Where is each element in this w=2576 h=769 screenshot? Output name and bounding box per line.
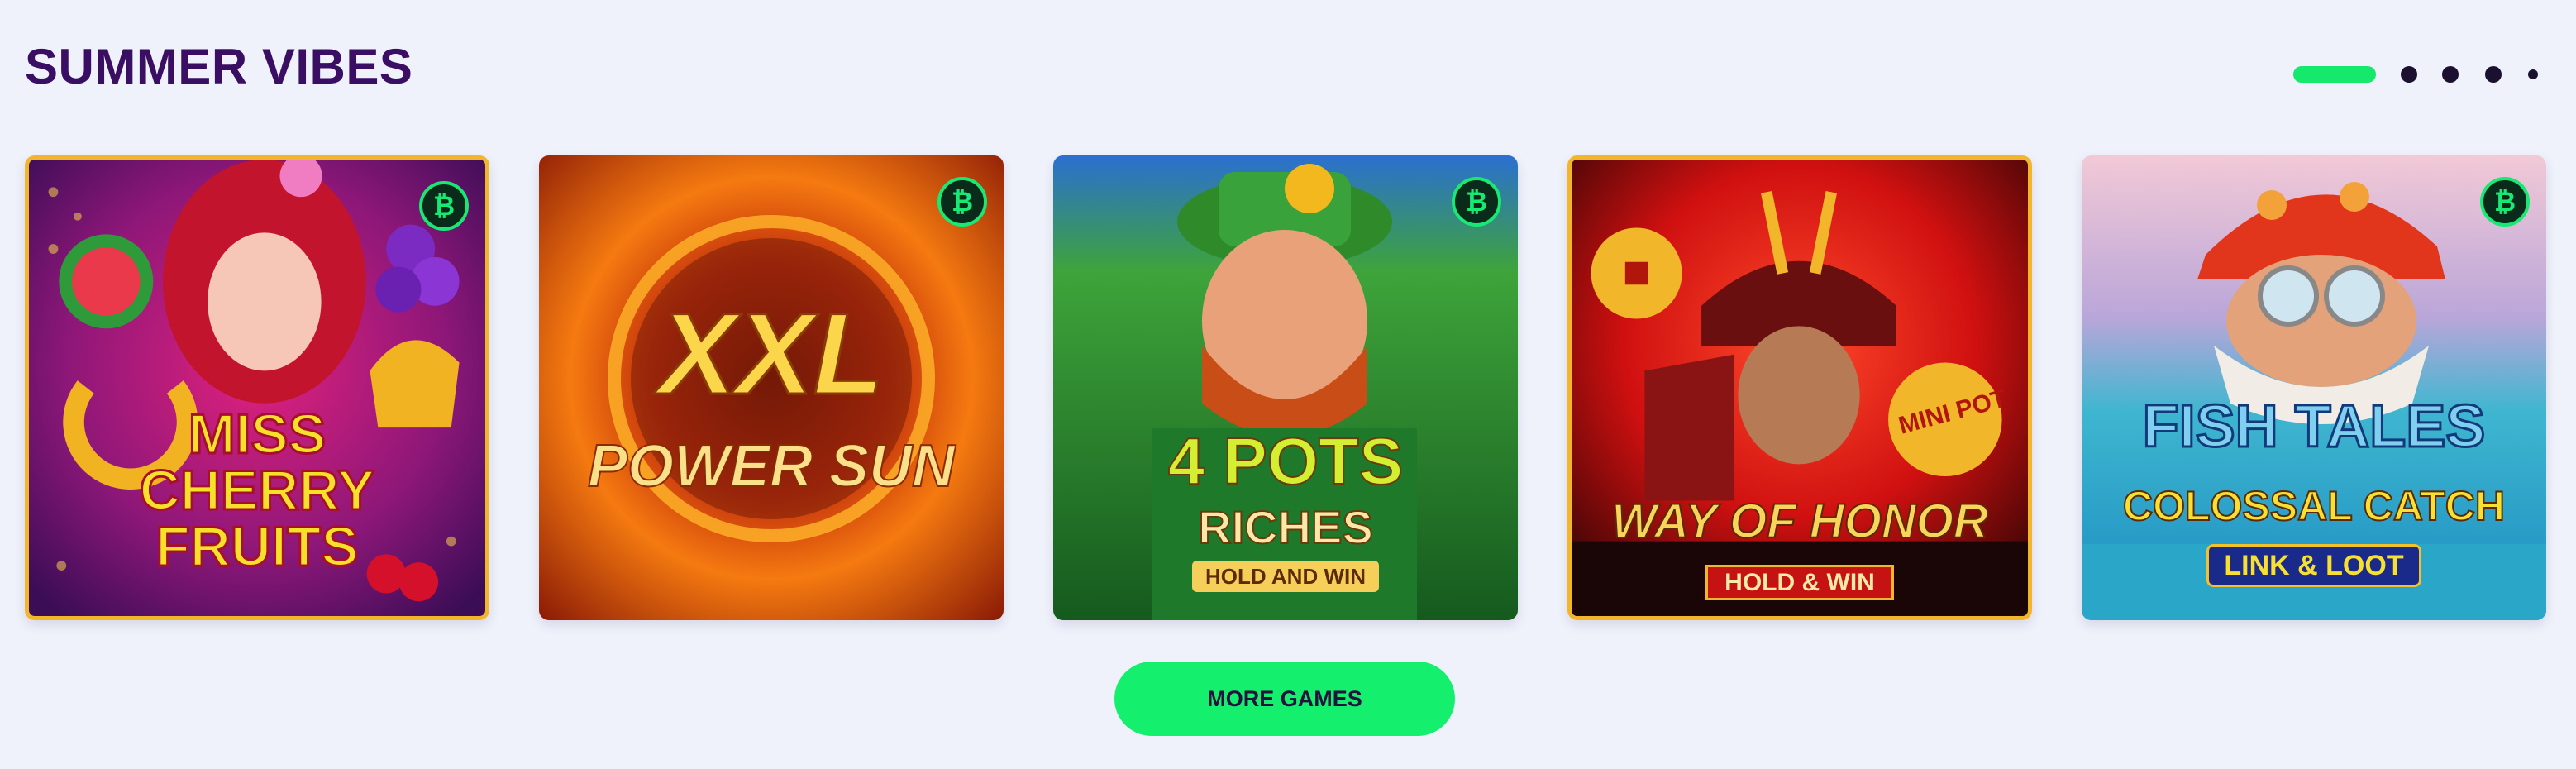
game-title-pots: 4 POTS [1167,424,1405,498]
pager-dot[interactable] [2401,66,2417,83]
game-title-hold-and-win: HOLD & WIN [1572,565,2028,600]
game-tile-way-of-honor[interactable]: MINI POT WAY OF HONOR HOLD & WIN [1567,155,2032,620]
game-tile-4-pots-riches[interactable]: ₿ 4 POTS RICHES HOLD AND WIN [1053,155,1518,620]
game-tile-xxl-power-sun[interactable]: ₿ XXL POWER SUN [539,155,1004,620]
section-title: SUMMER VIBES [25,39,413,94]
game-title-link-and-loot: LINK & LOOT [2082,544,2546,587]
pager-active-indicator[interactable] [2293,66,2376,83]
pager-dot[interactable] [2485,66,2502,83]
game-title: MISS CHERRY FRUITS [138,403,376,578]
game-tile-fish-tales[interactable]: ₿ FISH TALES COLOSSAL CATCH LINK & LOOT [2082,155,2546,620]
game-title-colossal-catch: COLOSSAL CATCH [2122,482,2506,530]
game-tile-miss-cherry-fruits[interactable]: ₿ MISS CHERRY FRUITS [25,155,489,620]
bitcoin-badge-icon: ₿ [1452,177,1501,227]
more-games-button[interactable]: MORE GAMES [1114,662,1455,736]
game-title-hold-and-win: HOLD AND WIN [1053,561,1518,592]
game-title-power-sun: POWER SUN [587,433,956,499]
game-title-way-of-honor: WAY OF HONOR [1610,494,1988,548]
pager-dot[interactable] [2528,69,2538,79]
bitcoin-badge-icon: ₿ [2480,177,2530,227]
bitcoin-badge-icon: ₿ [419,181,469,231]
pager-dot[interactable] [2442,66,2459,83]
game-title-riches: RICHES [1197,501,1374,553]
game-title-fish-tales: FISH TALES [2141,394,2487,460]
bitcoin-badge-icon: ₿ [937,177,987,227]
game-title-xxl: XXL [657,289,885,418]
